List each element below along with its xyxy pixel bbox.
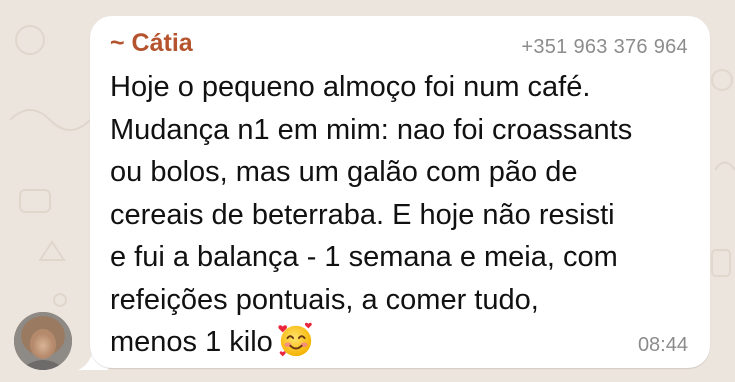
message-line: menos 1 kilo: [110, 326, 273, 358]
message-text: Hoje o pequeno almoço foi num café. Muda…: [110, 66, 700, 364]
sender-avatar[interactable]: [14, 312, 72, 370]
smiling-face-with-hearts-icon: [278, 322, 312, 357]
sender-phone[interactable]: +351 963 376 964: [521, 36, 688, 59]
message-line: Mudança n1 em mim: nao foi croassants: [110, 113, 633, 146]
message-line: e fui a balança - 1 semana e meia, com: [110, 241, 618, 273]
message-line-last: menos 1 kilo: [110, 321, 700, 364]
message-bubble[interactable]: ~ Cátia +351 963 376 964 Hoje o pequeno …: [90, 16, 710, 368]
message-line: cereais de beterraba. E hoje não resisti: [110, 198, 615, 231]
message-line: Hoje o pequeno almoço foi num café.: [110, 71, 591, 103]
message-line: refeições pontuais, a comer tudo,: [110, 283, 539, 316]
message-line: ou bolos, mas um galão com pão de: [110, 156, 578, 188]
sender-name[interactable]: ~ Cátia: [110, 29, 193, 58]
message-time: 08:44: [637, 334, 688, 356]
